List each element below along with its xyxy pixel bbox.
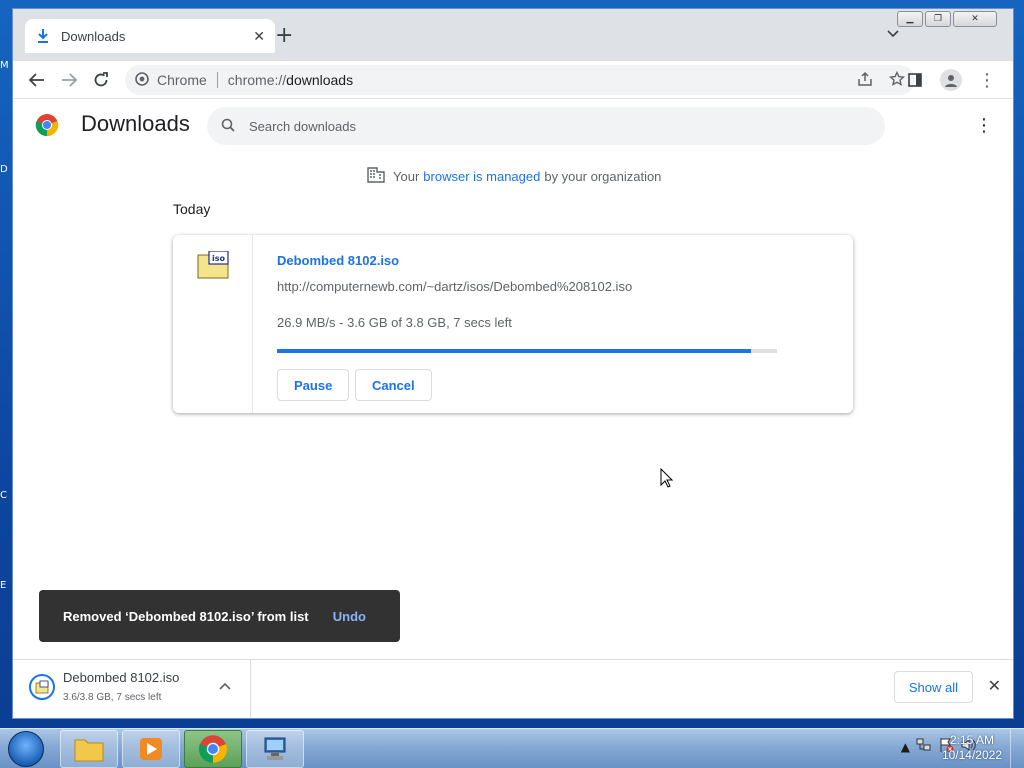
close-window-button[interactable]: ✕ xyxy=(953,11,997,27)
taskbar-media-player-button[interactable] xyxy=(122,730,180,768)
close-shelf-icon[interactable]: ✕ xyxy=(988,676,1001,695)
back-button[interactable] xyxy=(21,64,53,96)
shelf-file-name: Debombed 8102.iso xyxy=(63,670,180,685)
tab-strip: Downloads ✕ + ▁ ❐ ✕ xyxy=(13,9,1013,61)
search-downloads-field[interactable] xyxy=(207,107,885,145)
progress-fill xyxy=(277,349,751,353)
clock[interactable]: 2:15 AM 10/14/2022 xyxy=(942,733,1002,763)
toolbar: Chrome chrome:// downloads ⋮ xyxy=(13,61,1013,99)
download-progress-status: 26.9 MB/s - 3.6 GB of 3.8 GB, 7 secs lef… xyxy=(277,315,512,330)
taskbar-network-app-button[interactable] xyxy=(246,730,304,768)
browser-menu-icon[interactable]: ⋮ xyxy=(971,64,1003,96)
removed-toast: Removed ‘Debombed 8102.iso’ from list Un… xyxy=(39,590,400,642)
managed-notice: Your browser is managed by your organiza… xyxy=(367,167,661,186)
undo-button[interactable]: Undo xyxy=(333,609,366,624)
download-file-name-link[interactable]: Debombed 8102.iso xyxy=(277,253,399,268)
clock-date: 10/14/2022 xyxy=(941,748,1002,762)
url-scheme: chrome:// xyxy=(227,72,287,88)
site-chip: Chrome xyxy=(157,72,207,88)
show-hidden-icons-icon[interactable]: ▲ xyxy=(901,740,910,754)
pause-button[interactable]: Pause xyxy=(277,369,350,401)
chrome-page-icon xyxy=(135,71,149,89)
download-item-card: iso Debombed 8102.iso http://computernew… xyxy=(173,235,853,413)
desktop-icon-label: M xyxy=(0,60,9,71)
minimize-button[interactable]: ▁ xyxy=(897,11,923,27)
start-button[interactable] xyxy=(8,731,44,767)
reload-button[interactable] xyxy=(85,64,117,96)
address-bar[interactable]: Chrome chrome:// downloads xyxy=(125,65,915,95)
cancel-button[interactable]: Cancel xyxy=(355,369,432,401)
show-all-button[interactable]: Show all xyxy=(893,671,973,703)
desktop-icon-label: E xyxy=(0,580,7,591)
svg-text:iso: iso xyxy=(212,254,226,263)
search-input[interactable] xyxy=(249,118,849,134)
download-icon xyxy=(35,28,51,44)
desktop-icon-label: C xyxy=(0,490,7,501)
share-icon[interactable] xyxy=(857,71,873,90)
media-player-icon xyxy=(140,738,162,760)
chevron-up-icon[interactable] xyxy=(219,678,231,694)
managed-link[interactable]: browser is managed xyxy=(423,169,540,184)
new-tab-button[interactable]: + xyxy=(275,25,293,47)
maximize-button[interactable]: ❐ xyxy=(925,11,951,27)
omnibox-actions xyxy=(857,70,906,90)
tab-downloads[interactable]: Downloads ✕ xyxy=(25,19,275,53)
taskbar-chrome-button[interactable] xyxy=(184,730,242,768)
chrome-taskbar-icon xyxy=(198,735,228,763)
avatar-icon xyxy=(940,69,962,91)
show-desktop-button[interactable] xyxy=(1010,729,1024,768)
downloads-page: Downloads ⋮ Your browser is managed by y… xyxy=(13,99,1013,665)
tab-search-chevron-icon[interactable] xyxy=(887,27,899,41)
shelf-download-item[interactable]: Debombed 8102.iso 3.6/3.8 GB, 7 secs lef… xyxy=(13,660,251,718)
taskbar-explorer-button[interactable] xyxy=(60,730,118,768)
building-icon xyxy=(367,167,385,186)
mouse-cursor-icon xyxy=(660,468,674,488)
tab-title: Downloads xyxy=(61,28,126,44)
desktop-icon-label: D xyxy=(0,164,8,175)
folder-icon xyxy=(74,739,104,762)
download-source-url[interactable]: http://computernewb.com/~dartz/isos/Debo… xyxy=(277,279,632,294)
chrome-logo-icon xyxy=(35,114,59,137)
url-path: downloads xyxy=(286,72,354,88)
close-tab-icon[interactable]: ✕ xyxy=(253,28,265,45)
file-icon-column: iso xyxy=(173,235,253,413)
chrome-window: Downloads ✕ + ▁ ❐ ✕ Chrome chrome:// dow… xyxy=(12,8,1014,719)
clock-time: 2:15 AM xyxy=(949,733,994,747)
taskbar: ▲ 2:15 AM 10/14/2022 xyxy=(0,728,1024,768)
download-progress-bar xyxy=(277,349,777,353)
iso-file-icon: iso xyxy=(197,251,229,279)
network-icon[interactable] xyxy=(916,737,932,756)
shelf-progress-text: 3.6/3.8 GB, 7 secs left xyxy=(63,692,162,703)
shelf-file-icon xyxy=(29,674,55,700)
date-section-header: Today xyxy=(173,201,211,217)
omnibox-separator xyxy=(216,72,218,88)
page-title: Downloads xyxy=(81,111,190,136)
side-panel-icon[interactable] xyxy=(899,64,931,96)
forward-button[interactable] xyxy=(53,64,85,96)
search-icon xyxy=(221,118,235,135)
more-actions-icon[interactable]: ⋮ xyxy=(975,115,993,136)
managed-prefix: Your xyxy=(393,169,420,184)
managed-suffix: by your organization xyxy=(544,169,662,184)
download-shelf: Debombed 8102.iso 3.6/3.8 GB, 7 secs lef… xyxy=(13,659,1013,718)
toolbar-right: ⋮ xyxy=(899,64,1003,96)
profile-button[interactable] xyxy=(935,64,967,96)
toast-message: Removed ‘Debombed 8102.iso’ from list xyxy=(63,608,309,624)
network-computer-icon xyxy=(264,737,286,760)
window-controls: ▁ ❐ ✕ xyxy=(897,11,997,27)
